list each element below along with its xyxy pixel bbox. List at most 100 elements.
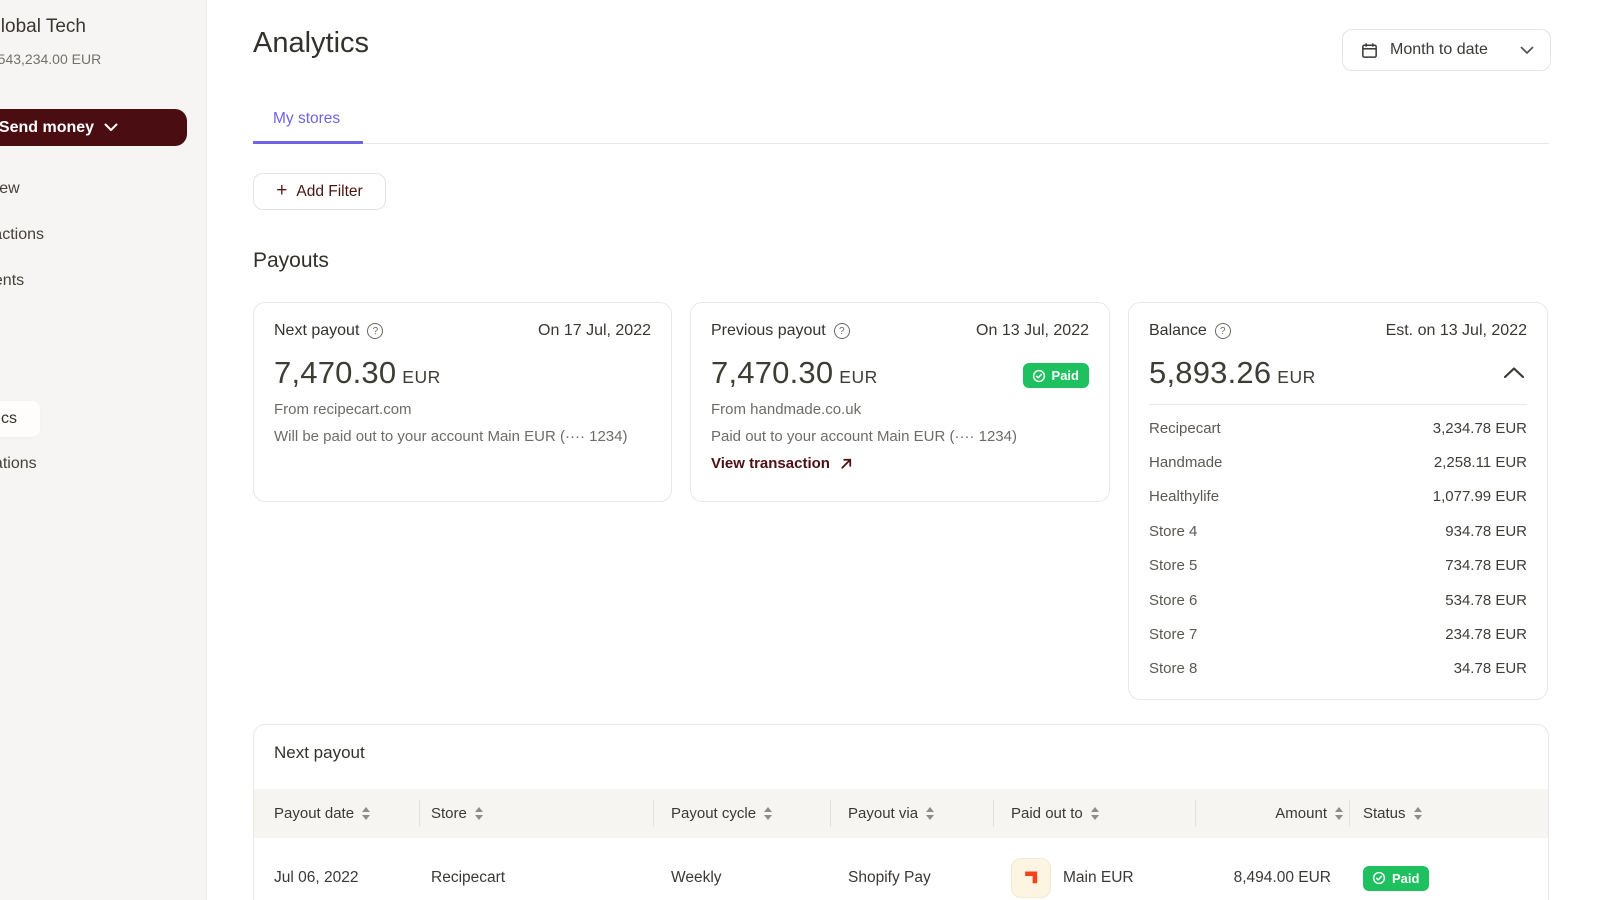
- sidebar-item-overview[interactable]: Overview: [0, 180, 20, 198]
- store-amount: 2,258.11 EUR: [1433, 454, 1527, 472]
- previous-payout-card: Previous payout ? On 13 Jul, 2022 7,470.…: [690, 302, 1110, 502]
- store-name: Handmade: [1149, 454, 1223, 472]
- page-title: Analytics: [253, 27, 370, 59]
- bank-account-icon: [1011, 858, 1051, 898]
- sidebar-item-transactions[interactable]: Transactions: [0, 226, 44, 244]
- sort-icon: [1335, 807, 1343, 820]
- payouts-section-title: Payouts: [253, 249, 329, 272]
- tab-my-stores[interactable]: My stores: [273, 110, 340, 128]
- next-payout-amount: 7,470.30 EUR: [274, 355, 441, 390]
- balance-store-list: Recipecart 3,234.78 EUR Handmade 2,258.11 E…: [1149, 411, 1527, 686]
- sort-icon: [1090, 807, 1099, 820]
- card-title: Next payout: [274, 322, 360, 339]
- status-badge-label: Paid: [1392, 870, 1420, 886]
- help-icon[interactable]: ?: [367, 323, 384, 339]
- table-title: Next payout: [274, 743, 365, 762]
- balance-amount: 5,893.26 EUR: [1149, 355, 1316, 390]
- sidebar-item-payments[interactable]: Payments: [0, 272, 24, 290]
- divider: [1149, 404, 1527, 405]
- card-title: Previous payout: [711, 322, 826, 339]
- status-badge: Paid: [1363, 865, 1430, 891]
- column-label: Store: [431, 805, 467, 822]
- cell-status: Paid: [1349, 865, 1529, 891]
- next-payout-card: Next payout ? On 17 Jul, 2022 7,470.30 EU…: [253, 302, 672, 502]
- analytics-page: Global Tech 1,543,234.00 EUR Send money …: [0, 0, 1600, 900]
- column-header-payout-via[interactable]: Payout via: [830, 789, 993, 838]
- previous-payout-date: On 13 Jul, 2022: [976, 322, 1089, 339]
- currency-label: EUR: [1277, 367, 1316, 387]
- balance-est-date: Est. on 13 Jul, 2022: [1385, 322, 1527, 339]
- column-header-status[interactable]: Status: [1349, 789, 1529, 838]
- payout-destination-note: Paid out to your account Main EUR (···· …: [711, 428, 1017, 445]
- payout-source: From handmade.co.uk: [711, 401, 862, 418]
- balance-store-row: Store 8 34.78 EUR: [1149, 652, 1527, 686]
- store-name: Recipecart: [1149, 419, 1221, 437]
- sidebar-item-analytics[interactable]: Analytics: [0, 410, 17, 428]
- sidebar: Global Tech 1,543,234.00 EUR Send money …: [0, 0, 207, 900]
- balance-store-row: Store 5 734.78 EUR: [1149, 549, 1527, 583]
- status-badge: Paid: [1022, 363, 1089, 388]
- cell-amount: 8,494.00 EUR: [1233, 869, 1331, 886]
- payout-source: From recipecart.com: [274, 401, 412, 418]
- balance-store-row: Store 6 534.78 EUR: [1149, 583, 1527, 617]
- help-icon[interactable]: ?: [833, 323, 850, 339]
- collapse-button[interactable]: [1501, 364, 1527, 384]
- column-header-amount[interactable]: Amount: [1195, 789, 1349, 838]
- sort-icon: [474, 807, 483, 820]
- currency-label: EUR: [839, 367, 878, 387]
- cell-payout-via: Shopify Pay: [848, 869, 931, 886]
- account-balance: 1,543,234.00 EUR: [0, 51, 102, 67]
- store-name: Store 7: [1149, 626, 1198, 644]
- balance-store-row: Handmade 2,258.11 EUR: [1149, 445, 1527, 479]
- column-header-store[interactable]: Store: [419, 789, 653, 838]
- send-money-label: Send money: [0, 118, 95, 136]
- column-label: Payout via: [848, 805, 919, 822]
- account-name: Global Tech: [0, 16, 86, 37]
- check-circle-icon: [1372, 871, 1386, 885]
- column-label: Status: [1363, 805, 1406, 822]
- balance-store-row: Store 4 934.78 EUR: [1149, 514, 1527, 548]
- status-badge-label: Paid: [1051, 368, 1079, 383]
- add-filter-label: Add Filter: [296, 182, 363, 200]
- sidebar-item-integrations[interactable]: Integrations: [0, 455, 37, 473]
- previous-payout-amount: 7,470.30 EUR: [711, 355, 878, 390]
- sort-icon: [1413, 807, 1422, 820]
- column-header-payout-cycle[interactable]: Payout cycle: [653, 789, 830, 838]
- arrow-up-right-icon: [841, 458, 852, 469]
- column-header-payout-date[interactable]: Payout date: [254, 789, 419, 838]
- store-name: Store 5: [1149, 557, 1198, 575]
- store-amount: 934.78 EUR: [1445, 522, 1527, 540]
- plus-icon: +: [276, 180, 288, 201]
- cell-paid-out-to: Main EUR: [993, 858, 1195, 898]
- store-name: Store 8: [1149, 660, 1198, 678]
- help-icon[interactable]: ?: [1214, 323, 1231, 339]
- date-range-picker[interactable]: Month to date: [1342, 29, 1551, 71]
- date-range-label: Month to date: [1390, 41, 1488, 58]
- cell-store: Recipecart: [431, 869, 506, 886]
- card-title: Balance: [1149, 322, 1207, 339]
- chevron-down-icon: [1520, 46, 1534, 54]
- add-filter-button[interactable]: + Add Filter: [253, 173, 386, 210]
- table-row[interactable]: Jul 06, 2022 Recipecart Weekly Shopify Pay M…: [254, 838, 1548, 900]
- balance-store-row: Recipecart 3,234.78 EUR: [1149, 411, 1527, 445]
- table-header-row: Payout date Store Payout cycle Payout via Pa…: [254, 789, 1548, 838]
- cell-payout-cycle: Weekly: [671, 869, 722, 886]
- table-body: Jul 06, 2022 Recipecart Weekly Shopify Pay M…: [254, 838, 1548, 900]
- sort-icon: [764, 807, 773, 820]
- sort-icon: [926, 807, 935, 820]
- calendar-icon: [1362, 42, 1377, 58]
- store-amount: 734.78 EUR: [1445, 557, 1527, 575]
- store-name: Store 6: [1149, 591, 1198, 609]
- cell-payout-date: Jul 06, 2022: [274, 869, 359, 886]
- column-label: Paid out to: [1011, 805, 1083, 822]
- column-label: Payout date: [274, 805, 355, 822]
- send-money-button[interactable]: Send money: [0, 109, 187, 146]
- store-amount: 3,234.78 EUR: [1432, 419, 1527, 437]
- store-amount: 234.78 EUR: [1445, 626, 1527, 644]
- store-amount: 534.78 EUR: [1445, 591, 1527, 609]
- column-header-paid-out-to[interactable]: Paid out to: [993, 789, 1195, 838]
- store-amount: 34.78 EUR: [1453, 660, 1527, 678]
- currency-label: EUR: [402, 367, 441, 387]
- view-transaction-link[interactable]: View transaction: [711, 455, 1089, 472]
- column-label: Payout cycle: [671, 805, 757, 822]
